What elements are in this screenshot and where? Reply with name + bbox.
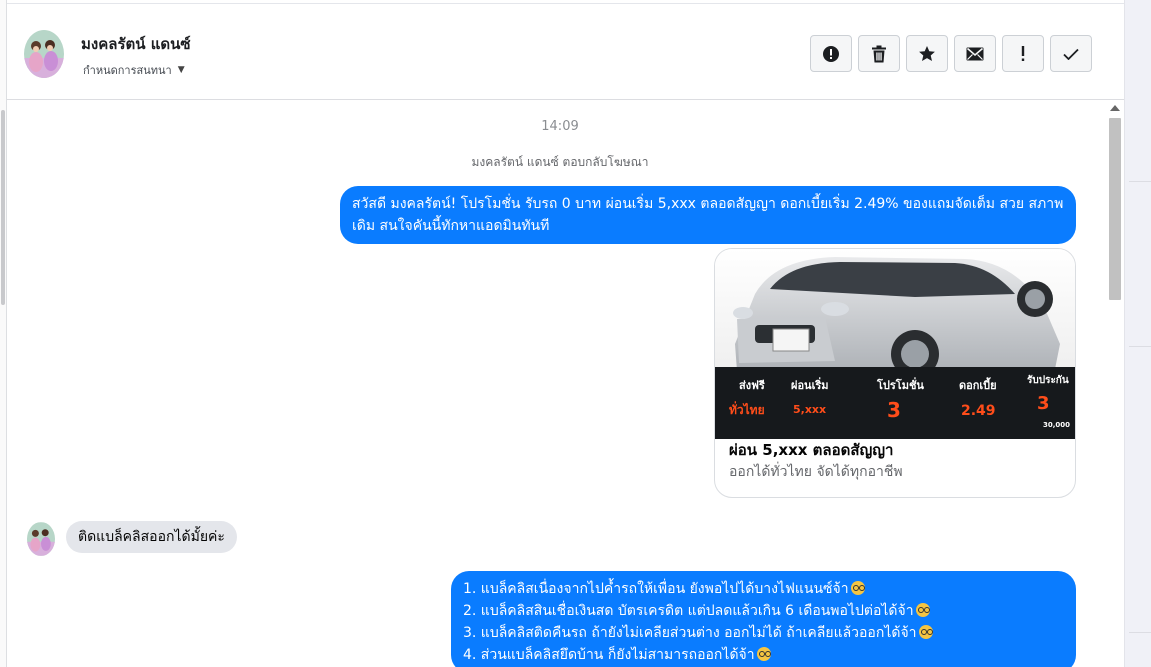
banner-label: รับประกัน <box>1027 374 1069 386</box>
message-line-text: 3. แบล็คลิสติดคืนรถ ถ้ายังไม่เคลียส่วนต่… <box>463 625 917 641</box>
contact-avatar[interactable] <box>24 30 64 78</box>
chat-scrollbar[interactable] <box>1106 101 1124 667</box>
ad-card-title: ผ่อน 5,xxx ตลอดสัญญา <box>729 441 894 459</box>
banner-label: ผ่อนเริ่ม <box>791 377 829 392</box>
message-line: 1. แบล็คลิสเนื่องจากไปค้ำรถให้เพื่อน ยัง… <box>463 578 1064 600</box>
banner-note: 30,000 <box>1043 421 1070 429</box>
scrollbar-thumb[interactable] <box>1109 118 1121 300</box>
mark-done-button[interactable] <box>1050 35 1092 72</box>
ad-card-subtitle: ออกได้ทั่วไทย จัดได้ทุกอาชีพ <box>729 464 903 480</box>
report-button[interactable] <box>810 35 852 72</box>
banner-value: ทั่วไทย <box>729 401 765 417</box>
banner-value: 3 <box>887 398 901 422</box>
conversation-header: มงคลรัตน์ แดนซ์ กำหนดการสนทนา ▼ <box>7 3 1124 100</box>
banner-label: ดอกเบี้ย <box>959 377 997 392</box>
message-line-text: 1. แบล็คลิสเนื่องจากไปค้ำรถให้เพื่อน ยัง… <box>463 581 849 597</box>
right-side-panel <box>1124 0 1151 667</box>
message-thread: 14:09 มงคลรัตน์ แดนซ์ ตอบกลับโฆษณา สวัสด… <box>8 101 1106 667</box>
message-line: 2. แบล็คลิสสินเชื่อเงินสด บัตรเครดิต แต่… <box>463 600 1064 622</box>
nerd-face-icon <box>756 647 771 661</box>
star-icon <box>919 45 935 61</box>
flag-spam-button[interactable] <box>1002 35 1044 72</box>
car-ad-image: ส่งฟรี ทั่วไทย ผ่อนเริ่ม 5,xxx โปรโมชั่น… <box>715 249 1075 439</box>
message-line-text: 2. แบล็คลิสสินเชื่อเงินสด บัตรเครดิต แต่… <box>463 603 914 619</box>
conversation-toolbar <box>810 35 1092 72</box>
outgoing-message[interactable]: สวัสดี มงคลรัตน์! โปรโมชั่น รับรถ 0 บาท … <box>340 186 1076 244</box>
delete-button[interactable] <box>858 35 900 72</box>
message-line: 3. แบล็คลิสติดคืนรถ ถ้ายังไม่เคลียส่วนต่… <box>463 622 1064 644</box>
trash-icon <box>872 45 886 62</box>
contact-name[interactable]: มงคลรัตน์ แดนซ์ <box>81 32 191 56</box>
message-timestamp: 14:09 <box>541 119 579 134</box>
panel-divider <box>1129 632 1151 633</box>
banner-label: โปรโมชั่น <box>876 377 924 392</box>
left-panel-edge <box>0 0 7 667</box>
banner-label: ส่งฟรี <box>739 379 765 392</box>
star-button[interactable] <box>906 35 948 72</box>
panel-divider <box>1129 346 1151 347</box>
check-icon <box>1063 48 1079 60</box>
scroll-up-arrow-icon[interactable] <box>1110 105 1120 111</box>
message-line-text: 4. ส่วนแบล็คลิสยึดบ้าน ก็ยังไม่สามารถออก… <box>463 647 755 663</box>
caret-down-icon: ▼ <box>177 65 185 75</box>
mark-unread-button[interactable] <box>954 35 996 72</box>
nerd-face-icon <box>915 603 930 617</box>
ad-reply-note: มงคลรัตน์ แดนซ์ ตอบกลับโฆษณา <box>471 155 649 169</box>
banner-value: 5,xxx <box>793 403 826 416</box>
nerd-face-icon <box>850 581 865 595</box>
envelope-icon <box>966 47 984 60</box>
contact-avatar-small[interactable] <box>27 522 55 556</box>
outgoing-message-list[interactable]: 1. แบล็คลิสเนื่องจากไปค้ำรถให้เพื่อน ยัง… <box>451 571 1076 667</box>
exclamation-icon <box>1021 45 1025 61</box>
panel-divider <box>1129 181 1151 182</box>
ad-card[interactable]: ส่งฟรี ทั่วไทย ผ่อนเริ่ม 5,xxx โปรโมชั่น… <box>714 248 1076 498</box>
left-scrollbar[interactable] <box>1 110 5 305</box>
incoming-message[interactable]: ติดแบล็คลิสออกได้มั้ยค่ะ <box>66 521 237 553</box>
conversation-settings-dropdown[interactable]: กำหนดการสนทนา ▼ <box>83 61 185 79</box>
message-line: 4. ส่วนแบล็คลิสยึดบ้าน ก็ยังไม่สามารถออก… <box>463 644 1064 666</box>
conversation-settings-label: กำหนดการสนทนา <box>83 64 172 77</box>
nerd-face-icon <box>918 625 933 639</box>
exclamation-circle-icon <box>823 45 839 62</box>
banner-value: 3 <box>1037 393 1050 414</box>
banner-value: 2.49 <box>961 403 996 419</box>
